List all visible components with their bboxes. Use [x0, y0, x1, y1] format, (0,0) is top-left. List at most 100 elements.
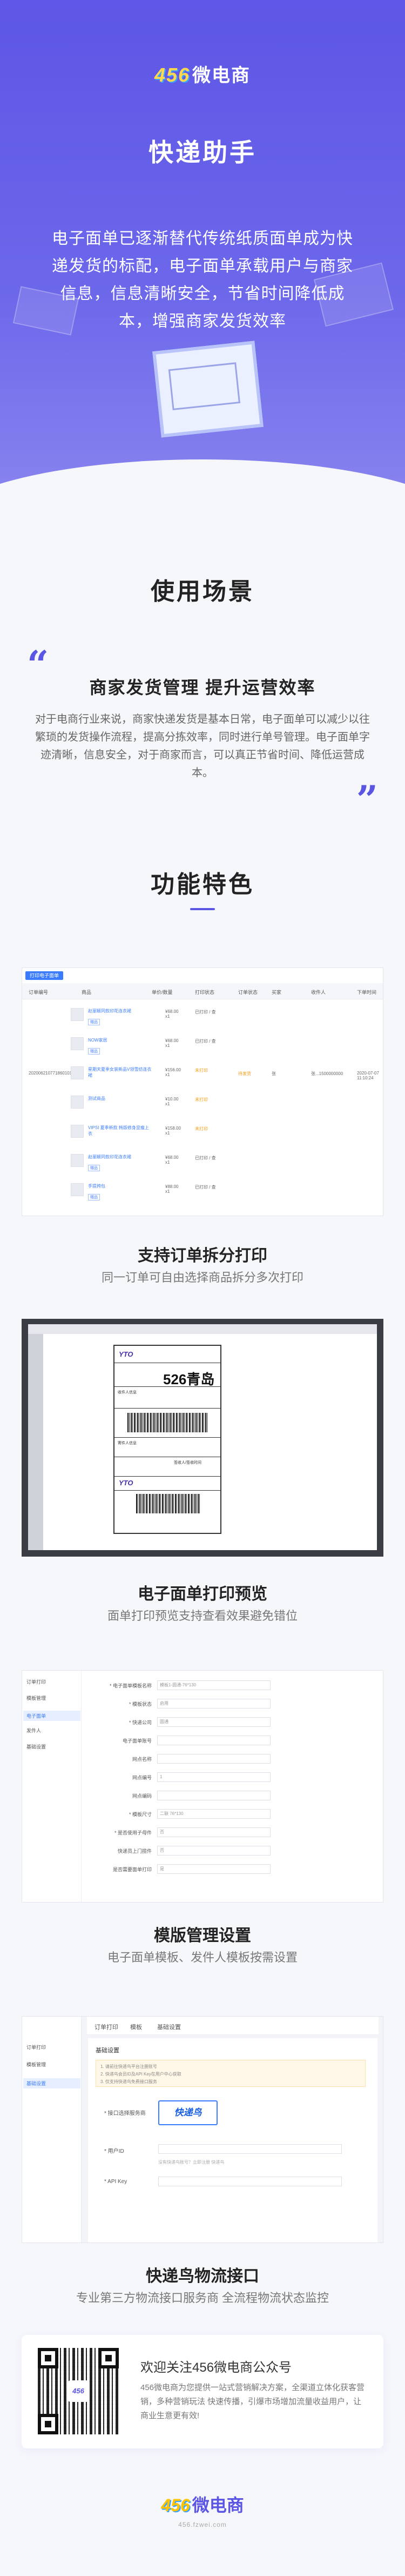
userid-label: * 用户ID [104, 2148, 124, 2154]
kuaidiniao-screenshot: 订单打印 模板管理 基础设置 订单打印 模板 基础设置 基础设置 1. 请前往快… [22, 2016, 383, 2243]
feature-title: 模版管理设置 [154, 1927, 251, 1945]
table-row[interactable]: 赵丽颖同款印花连衣裙 赠品 ¥68.00 x1 [71, 1151, 179, 1172]
footer-logo: 456 微电商 [161, 2495, 244, 2515]
table-row[interactable]: VIPSI 夏季新款 韩版修身显瘦上衣 ¥158.00 x1 [71, 1122, 181, 1143]
hero-title: 快递助手 [148, 138, 256, 166]
product-thumb [71, 1037, 84, 1050]
print-preview-screenshot: YTO 526青岛 收件人信息 寄件人信息 签收人/签收时间 YTO [22, 1319, 383, 1557]
notice-box: 1. 请前往快递鸟平台注册账号 2. 快递鸟会员ID及API Key在用户中心获… [96, 2060, 366, 2087]
kuaidiniao-logo-option[interactable]: 快递鸟 [158, 2100, 218, 2125]
sidebar-item[interactable]: 模板管理 [26, 2061, 46, 2068]
qr-code: 456 [38, 2348, 119, 2434]
table-row[interactable]: 测试商品 ¥10.00 x1 [71, 1092, 179, 1114]
field-label: * 电子面单模板名称 [109, 1683, 152, 1689]
label-illustration [152, 341, 264, 438]
footer-url[interactable]: 456.fzwei.com [0, 2521, 405, 2528]
gift-tag: 赠品 [88, 1019, 100, 1025]
field-label: 网点名称 [132, 1757, 152, 1762]
scenario-card: “ 商家发货管理 提升运营效率 对于电商行业来说，商家快递发货是基本日常，电子面… [27, 646, 378, 819]
tool-panel [28, 1334, 43, 1550]
label-header-2: YTO [114, 1477, 220, 1491]
sidebar-item[interactable]: 订单打印 [26, 2044, 46, 2051]
field-input[interactable] [157, 1736, 271, 1745]
apikey-input[interactable] [158, 2177, 342, 2186]
tab[interactable]: 订单打印 [94, 2023, 118, 2031]
features-title: 功能特色 [151, 871, 254, 898]
sidebar-item-active[interactable]: 基础设置 [23, 2078, 80, 2088]
feature-desc: 专业第三方物流接口服务商 全流程物流状态监控 [76, 2291, 329, 2305]
userid-input[interactable] [158, 2144, 342, 2154]
table-row[interactable]: 赵丽颖同款印花连衣裙 赠品 ¥68.00 x1 [71, 1005, 179, 1026]
product-name[interactable]: 赵丽颖同款印花连衣裙 [88, 1008, 153, 1014]
header-cell: 订单状态 [238, 990, 258, 995]
product-thumb [71, 1154, 84, 1167]
courier-logo: YTO [119, 1350, 133, 1358]
field-input[interactable] [157, 1754, 271, 1764]
product-thumb [71, 1125, 84, 1138]
label-sort-code: 526青岛 [114, 1363, 220, 1387]
qr-corner [98, 2348, 119, 2368]
order-date: 2020-07-07 11:10:24 [357, 1071, 379, 1080]
sidebar-item[interactable]: 基础设置 [26, 1743, 46, 1750]
price-qty: ¥10.00 x1 [165, 1097, 179, 1106]
barcode [127, 1413, 208, 1432]
apikey-label: * API Key [104, 2179, 127, 2185]
header-cell: 商品 [82, 990, 92, 995]
field-input[interactable]: 模板1-圆通-76*130 [157, 1680, 271, 1690]
field-input[interactable]: 是 [157, 1864, 271, 1874]
table-row[interactable]: 手提挎包 赠品 ¥88.00 x1 [71, 1180, 179, 1202]
print-status: 未打印 [195, 1068, 208, 1073]
notice-line: 3. 仅支持快递鸟免费接口服务 [100, 2079, 157, 2084]
tab[interactable]: 基础设置 [157, 2023, 181, 2031]
feature-desc: 电子面单模板、发件人模板按需设置 [107, 1951, 298, 1964]
product-thumb [71, 1008, 84, 1021]
hero-text: 电子面单已逐渐替代传统纸质面单成为快递发货的标配，电子面单承载用户与商家信息，信… [52, 230, 353, 330]
field-input[interactable]: 否 [157, 1846, 271, 1856]
label-header: YTO [114, 1346, 220, 1363]
tab[interactable]: 模板 [130, 2023, 142, 2031]
register-hint[interactable]: 没有快递鸟账号？立即注册 快递鸟 [158, 2159, 224, 2165]
hero-curve [0, 459, 405, 519]
field-input[interactable]: 二联 76*130 [157, 1809, 271, 1819]
field-label: * 模板状态 [129, 1701, 152, 1707]
field-input[interactable]: 否 [157, 1827, 271, 1837]
product-name[interactable]: 赵丽颖同款印花连衣裙 [88, 1154, 153, 1160]
sidebar: 订单打印 模板管理 基础设置 [22, 2017, 82, 2243]
field-label: * 快递公司 [129, 1720, 152, 1725]
sender-label: 寄件人信息 [118, 1442, 137, 1445]
field-input[interactable] [157, 1791, 271, 1800]
template-form: * 电子面单模板名称 模板1-圆通-76*130 * 模板状态 启用 * 快递公司 圆通电… [65, 1671, 383, 1902]
courier-logo: YTO [119, 1479, 133, 1487]
field-input[interactable]: 启用 [157, 1699, 271, 1709]
print-status: 未打印 [195, 1126, 208, 1131]
sidebar-item[interactable]: 模板管理 [26, 1694, 46, 1701]
gift-tag: 赠品 [88, 1165, 100, 1171]
header-cell: 单价/数量 [152, 990, 173, 995]
label-recipient: 收件人信息 [114, 1387, 220, 1409]
toolbar [28, 1324, 377, 1334]
sign-label: 签收人/签收时间 [174, 1461, 201, 1465]
price-qty: ¥68.00 x1 [165, 1038, 179, 1048]
preview-canvas: YTO 526青岛 收件人信息 寄件人信息 签收人/签收时间 YTO [43, 1334, 377, 1550]
field-input[interactable]: 1 [157, 1772, 271, 1782]
table-row[interactable]: NOW家居 赠品 ¥68.00 x1 [71, 1034, 179, 1056]
print-label-button[interactable]: 打印电子面单 [25, 971, 64, 980]
sidebar-item[interactable]: 订单打印 [26, 1678, 46, 1685]
label-sender: 寄件人信息 [114, 1438, 220, 1457]
product-name[interactable]: NOW家居 [88, 1037, 153, 1043]
price-qty: ¥156.00 x1 [165, 1067, 181, 1077]
sidebar-item[interactable]: 发件人 [26, 1727, 41, 1734]
field-label: 是否需要面单打印 [112, 1867, 152, 1872]
product-name[interactable]: 手提挎包 [88, 1183, 153, 1189]
product-name[interactable]: 星期天夏季女装新品V领雪纺连衣裙 [88, 1066, 153, 1078]
barcode [136, 1494, 201, 1513]
table-row[interactable]: 星期天夏季女装新品V领雪纺连衣裙 ¥156.00 x1 [71, 1063, 181, 1085]
table-header: 订单编号 商品 单价/数量 打印状态 订单状态 买家 收件人 下单时间 [22, 983, 383, 999]
product-name[interactable]: VIPSI 夏季新款 韩版修身显瘦上衣 [88, 1125, 153, 1137]
header-cell: 买家 [272, 990, 282, 995]
print-status: 已打印 / 查 [195, 1156, 216, 1160]
product-name[interactable]: 测试商品 [88, 1096, 153, 1102]
buyer: 张 [272, 1071, 276, 1076]
header-cell: 打印状态 [195, 990, 215, 995]
field-input[interactable]: 圆通 [157, 1717, 271, 1727]
